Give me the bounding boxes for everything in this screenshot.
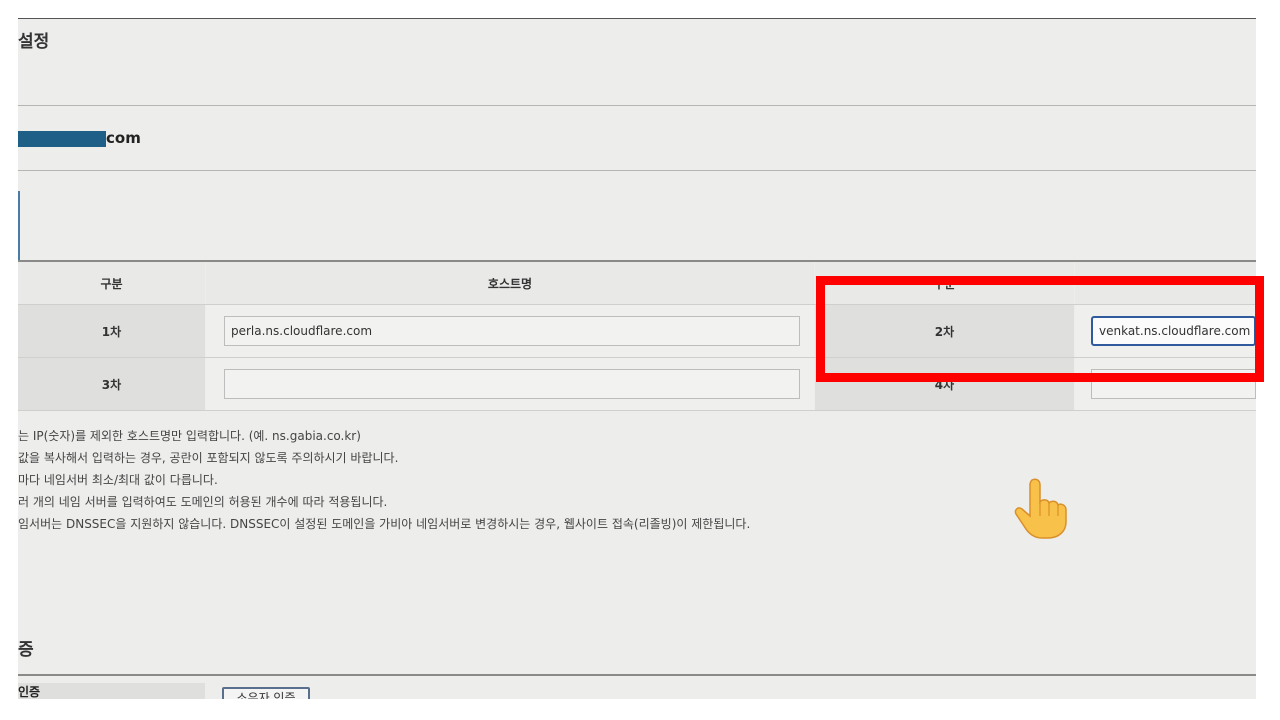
row-label-3: 3차 [18, 358, 205, 410]
ns2-cell: venkat.ns.cloudflare.com [1075, 305, 1256, 357]
header-hostname: 호스트명 [206, 262, 814, 304]
divider [18, 170, 1256, 171]
help-notes: 는 IP(숫자)를 제외한 호스트명만 입력합니다. (예. ns.gabia.… [18, 425, 750, 535]
note-item: 값을 복사해서 입력하는 경우, 공란이 포함되지 않도록 주의하시기 바랍니다… [18, 451, 399, 465]
owner-verify-button[interactable]: 소유자 인증 [222, 687, 310, 699]
verification-label: 인증 [18, 683, 205, 699]
redacted-domain-block [18, 131, 106, 147]
row-label-4: 4차 [815, 358, 1074, 410]
verification-row: 인증 소유자 인증 [18, 679, 1256, 699]
note-item: 러 개의 네임 서버를 입력하여도 도메인의 허용된 개수에 따라 적용됩니다. [18, 495, 388, 509]
row-label-1: 1차 [18, 305, 205, 357]
ns3-cell [206, 358, 814, 410]
section-divider [18, 674, 1256, 676]
header-category: 구분 [18, 262, 205, 304]
header-hostname-2 [1075, 262, 1256, 304]
ns1-input[interactable]: perla.ns.cloudflare.com [224, 316, 800, 346]
ns1-cell: perla.ns.cloudflare.com [206, 305, 814, 357]
divider [18, 105, 1256, 106]
pointing-hand-icon [1014, 478, 1067, 539]
ns3-input[interactable] [224, 369, 800, 399]
header-category-2: 구분 [815, 262, 1074, 304]
note-item: 마다 네임서버 최소/최대 값이 다릅니다. [18, 473, 218, 487]
page-title: 설정 [18, 32, 50, 52]
section-title: 증 [18, 640, 34, 660]
accent-bar [18, 191, 20, 271]
note-item: 임서버는 DNSSEC을 지원하지 않습니다. DNSSEC이 설정된 도메인을… [18, 517, 751, 531]
ns4-cell [1075, 358, 1256, 410]
note-item: 는 IP(숫자)를 제외한 호스트명만 입력합니다. (예. ns.gabia.… [18, 429, 361, 443]
nameserver-settings-page: 설정 com 구분 호스트명 구분 1차 perla.ns.cloudflare… [18, 18, 1256, 699]
row-label-2: 2차 [815, 305, 1074, 357]
row-divider [18, 410, 1256, 411]
domain-suffix: com [106, 129, 141, 147]
ns4-input[interactable] [1091, 369, 1256, 399]
ns2-input[interactable]: venkat.ns.cloudflare.com [1091, 316, 1256, 346]
nameserver-table: 구분 호스트명 구분 1차 perla.ns.cloudflare.com 2차… [18, 260, 1256, 412]
